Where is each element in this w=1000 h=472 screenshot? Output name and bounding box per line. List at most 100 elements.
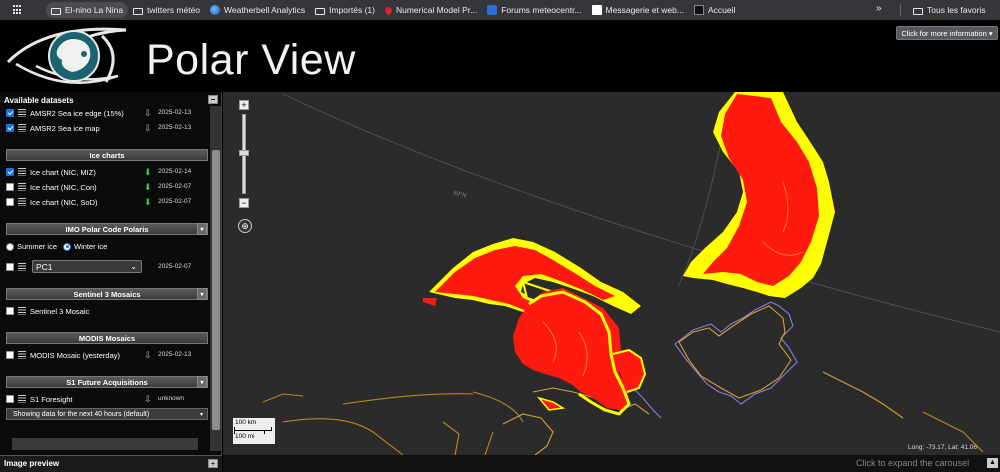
dataset-checkbox[interactable] bbox=[6, 351, 14, 359]
bookmark-el-nino[interactable]: El-nino La Nina bbox=[46, 2, 129, 18]
summer-ice-radio[interactable] bbox=[6, 242, 14, 251]
bookmarks-divider bbox=[900, 4, 901, 16]
dataset-checkbox[interactable] bbox=[6, 109, 14, 117]
legend-icon[interactable] bbox=[18, 351, 26, 359]
bookmark-numerical-model[interactable]: Numerical Model Pr... bbox=[380, 2, 482, 18]
download-icon[interactable]: ⬇ bbox=[144, 167, 152, 178]
legend-icon[interactable] bbox=[18, 198, 26, 206]
dataset-name: Ice chart (NIC, SoD) bbox=[30, 197, 98, 207]
bookmark-forums[interactable]: Forums meteocentr... bbox=[482, 2, 586, 18]
section-sentinel-3[interactable]: Sentinel 3 Mosaics ▾ bbox=[6, 288, 208, 300]
site-header: Polar View Click for more information ▾ bbox=[0, 20, 1000, 92]
section-s1-future[interactable]: S1 Future Acquisitions ▾ bbox=[6, 376, 208, 388]
folder-icon bbox=[51, 7, 61, 15]
carousel-toggle-button[interactable]: ▲ bbox=[987, 458, 998, 468]
scale-bar: 100 km 100 mi bbox=[233, 418, 275, 444]
bookmarks-bar: El-nino La Nina twitters météo Weatherbe… bbox=[0, 0, 1000, 20]
folder-icon bbox=[315, 7, 326, 15]
cursor-coordinates: Long: -73.17, Lat: 41.06 bbox=[908, 444, 978, 451]
s1-time-window-select[interactable]: Showing data for the next 40 hours (defa… bbox=[6, 408, 208, 420]
dataset-checkbox[interactable] bbox=[6, 183, 14, 191]
legend-icon[interactable] bbox=[18, 183, 26, 191]
ice-season-radio-group: Summer ice Winter ice bbox=[6, 242, 107, 251]
dataset-sentinel-3: Sentinel 3 Mosaic bbox=[6, 305, 206, 317]
dataset-checkbox[interactable] bbox=[6, 307, 14, 315]
dataset-date: 2025-02-13 bbox=[158, 109, 192, 116]
summer-ice-label: Summer ice bbox=[17, 242, 58, 251]
dataset-checkbox[interactable] bbox=[6, 263, 14, 271]
legend-icon[interactable] bbox=[18, 307, 26, 315]
dataset-date: 2025-02-14 bbox=[158, 168, 192, 175]
sidebar-collapse-button[interactable] bbox=[208, 95, 218, 104]
download-icon[interactable]: ⬇ bbox=[144, 197, 152, 208]
dataset-checkbox[interactable] bbox=[6, 198, 14, 206]
bookmark-messagerie[interactable]: Messagerie et web... bbox=[587, 2, 689, 18]
download-icon[interactable]: ⇩ bbox=[144, 123, 152, 134]
bookmark-twitters[interactable]: twitters météo bbox=[128, 2, 205, 18]
dataset-date: unknown bbox=[158, 395, 185, 402]
legend-icon[interactable] bbox=[18, 109, 26, 117]
dataset-checkbox[interactable] bbox=[6, 124, 14, 132]
section-title: S1 Future Acquisitions bbox=[66, 377, 148, 387]
download-icon[interactable]: ⇩ bbox=[144, 108, 152, 119]
download-icon[interactable]: ⇩ bbox=[144, 394, 152, 405]
winter-ice-label: Winter ice bbox=[74, 242, 108, 251]
scale-mi-label: 100 mi bbox=[235, 433, 255, 440]
bookmark-label: Accueil bbox=[707, 5, 736, 15]
section-title: Sentinel 3 Mosaics bbox=[73, 289, 141, 299]
datasets-sidebar: Available datasets AMSR2 Sea ice edge (1… bbox=[0, 92, 222, 455]
chevron-down-icon[interactable]: ▾ bbox=[197, 376, 207, 388]
bookmarks-overflow-button[interactable]: » bbox=[876, 3, 882, 14]
zoom-slider-handle[interactable] bbox=[239, 150, 249, 156]
bookmark-label: Weatherbell Analytics bbox=[224, 5, 306, 15]
apps-button[interactable] bbox=[8, 2, 32, 18]
bookmark-all-favorites[interactable]: Tous les favoris bbox=[908, 2, 991, 18]
bookmark-accueil[interactable]: Accueil bbox=[689, 2, 740, 18]
map-view[interactable]: 50°N + − ⊕ 100 km 100 mi Long: -73.17, L… bbox=[223, 92, 1000, 455]
image-preview-bar[interactable]: Image preview + bbox=[0, 455, 222, 472]
dataset-name: AMSR2 Sea ice map bbox=[30, 123, 100, 133]
dataset-checkbox[interactable] bbox=[6, 395, 14, 403]
section-imo-polaris[interactable]: IMO Polar Code Polaris ▾ bbox=[6, 223, 208, 235]
sidebar-horizontal-scrollbar[interactable] bbox=[12, 438, 198, 450]
chevron-down-icon[interactable]: ▾ bbox=[197, 223, 207, 235]
dataset-date: 2025-02-07 bbox=[158, 198, 192, 205]
globe-icon bbox=[210, 5, 221, 15]
carousel-expand-text[interactable]: Click to expand the carousel bbox=[856, 458, 969, 468]
bookmark-label: Importés (1) bbox=[329, 5, 375, 15]
polar-class-select[interactable]: PC1 ⌄ bbox=[32, 260, 142, 273]
owa-icon bbox=[591, 5, 602, 15]
legend-icon[interactable] bbox=[18, 395, 26, 403]
legend-icon[interactable] bbox=[18, 168, 26, 176]
section-modis[interactable]: MODIS Mosaics bbox=[6, 332, 208, 344]
bookmark-weatherbell[interactable]: Weatherbell Analytics bbox=[205, 2, 310, 18]
dataset-modis-mosaic: MODIS Mosaic (yesterday) ⇩ 2025-02-13 bbox=[6, 349, 206, 361]
select-value: PC1 bbox=[36, 261, 53, 272]
expand-preview-button[interactable]: + bbox=[208, 459, 218, 468]
carousel-bar[interactable]: Click to expand the carousel ▲ bbox=[223, 455, 1000, 472]
section-ice-charts[interactable]: Ice charts bbox=[6, 149, 208, 161]
folder-icon bbox=[133, 7, 144, 15]
bookmark-importes[interactable]: Importés (1) bbox=[310, 2, 380, 18]
legend-icon[interactable] bbox=[18, 124, 26, 132]
more-info-button[interactable]: Click for more information ▾ bbox=[896, 26, 998, 40]
eye-logo-icon bbox=[6, 27, 127, 84]
globe-icon[interactable]: ⊕ bbox=[238, 219, 252, 233]
bookmark-label: El-nino La Nina bbox=[65, 5, 124, 15]
bookmark-label: twitters météo bbox=[147, 5, 201, 15]
chevron-down-icon[interactable]: ▾ bbox=[197, 288, 207, 300]
dataset-checkbox[interactable] bbox=[6, 168, 14, 176]
zoom-out-button[interactable]: − bbox=[239, 198, 249, 208]
download-icon[interactable]: ⇩ bbox=[144, 350, 152, 361]
legend-icon[interactable] bbox=[18, 263, 26, 271]
sidebar-title: Available datasets bbox=[4, 96, 74, 105]
download-icon[interactable]: ⬇ bbox=[144, 182, 152, 193]
winter-ice-radio[interactable] bbox=[63, 242, 72, 251]
folder-icon bbox=[913, 7, 923, 15]
wh-icon bbox=[693, 5, 704, 15]
bookmark-label: Tous les favoris bbox=[927, 5, 986, 15]
sidebar-scroll-thumb[interactable] bbox=[212, 150, 220, 430]
bookmark-label: Numerical Model Pr... bbox=[395, 5, 478, 15]
zoom-in-button[interactable]: + bbox=[239, 100, 249, 110]
map-canvas[interactable] bbox=[223, 92, 1000, 455]
